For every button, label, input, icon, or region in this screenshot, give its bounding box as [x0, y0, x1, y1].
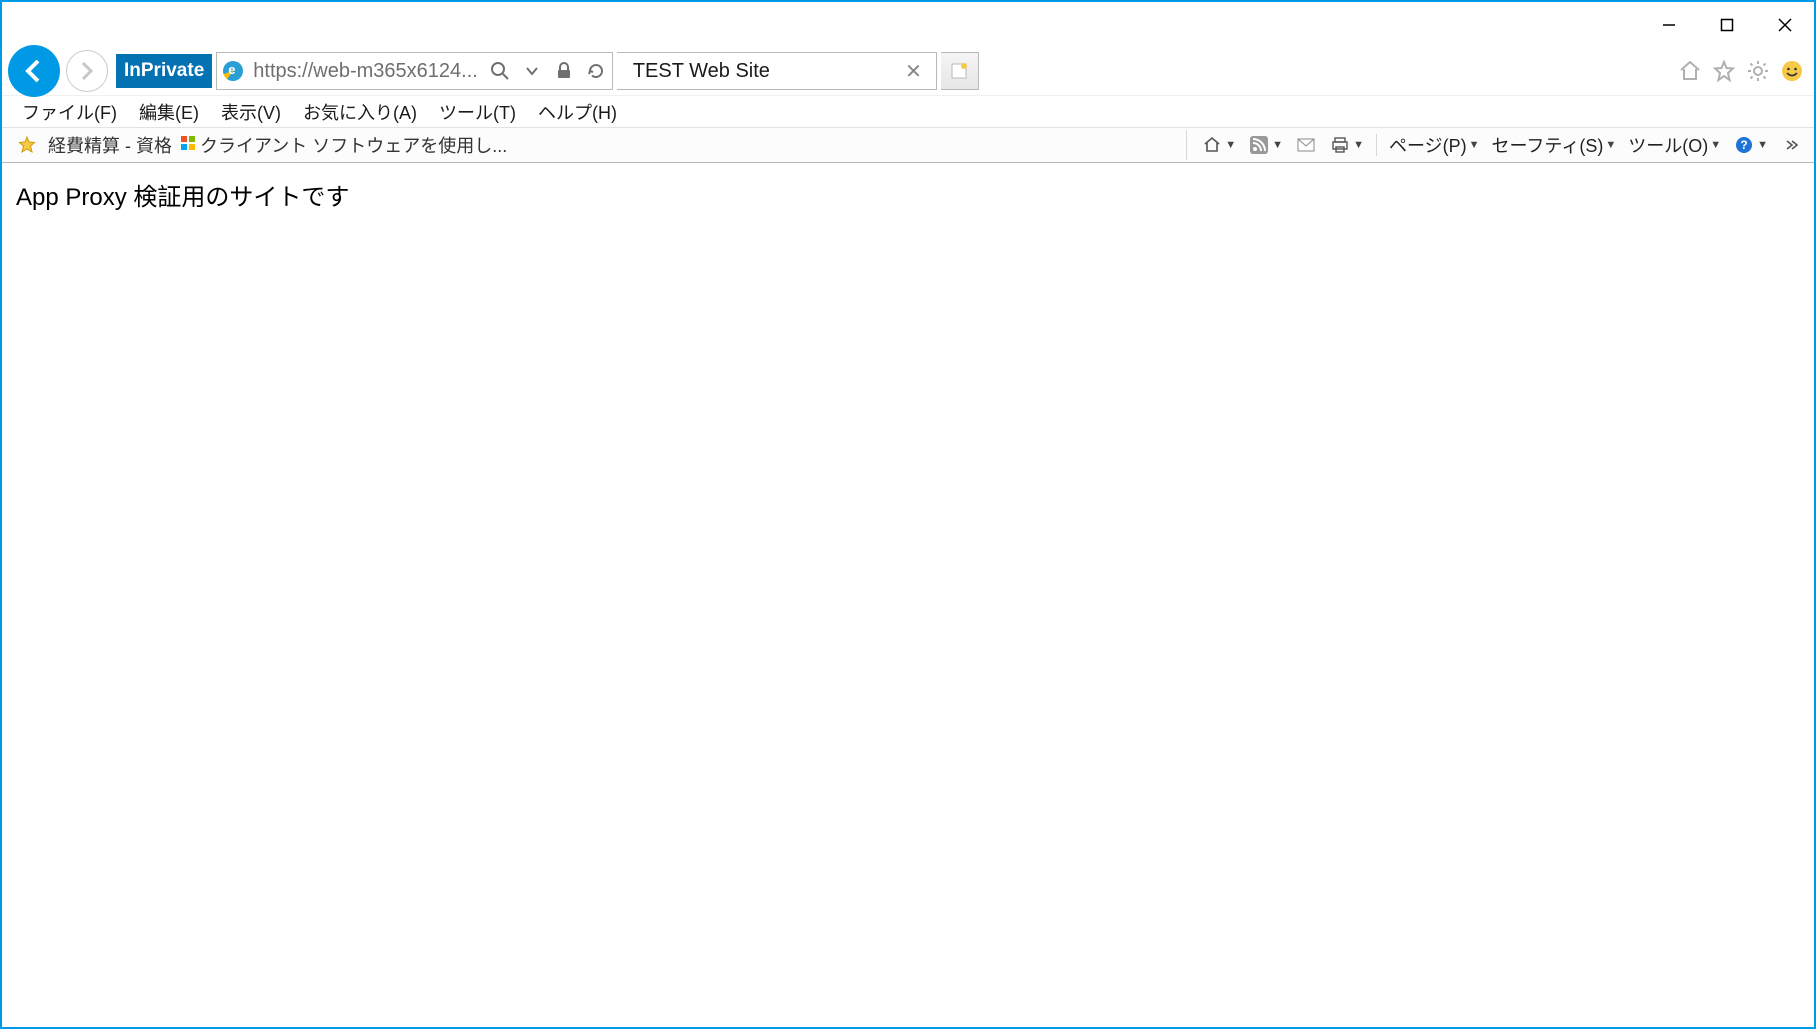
new-tab-button[interactable] [941, 52, 979, 90]
dropdown-icon[interactable] [520, 59, 544, 83]
printer-icon [1329, 134, 1351, 156]
menu-help[interactable]: ヘルプ(H) [532, 97, 623, 127]
close-window-button[interactable] [1756, 2, 1814, 47]
chevron-down-icon: ▼ [1272, 139, 1283, 151]
cmd-mail[interactable] [1291, 132, 1321, 158]
cmd-safety-label: セーフティ(S) [1491, 132, 1603, 158]
cmd-help[interactable]: ? ▼ [1729, 132, 1772, 158]
forward-button[interactable] [66, 50, 108, 92]
cmd-home[interactable]: ▼ [1197, 132, 1240, 158]
favorites-command-bar: 経費精算 - 資格 クライアント ソフトウェアを使用し... ▼ ▼ ▼ ページ… [2, 127, 1814, 163]
add-favorite-icon[interactable] [14, 136, 40, 154]
minimize-button[interactable] [1640, 2, 1698, 47]
refresh-icon[interactable] [584, 59, 608, 83]
cmd-print[interactable]: ▼ [1325, 132, 1368, 158]
page-heading: App Proxy 検証用のサイトです [16, 177, 1800, 212]
inprivate-badge: InPrivate [116, 54, 212, 88]
cmd-safety[interactable]: セーフティ(S) ▼ [1487, 130, 1620, 160]
chevron-right-icon [1780, 134, 1802, 156]
tab-title: TEST Web Site [627, 60, 901, 83]
address-url-text: https://web-m365x6124... [249, 60, 484, 83]
cmd-page[interactable]: ページ(P) ▼ [1385, 130, 1484, 160]
ie-logo-icon [221, 59, 245, 83]
navigation-bar: InPrivate https://web-m365x6124... TEST … [2, 47, 1814, 95]
chevron-down-icon: ▼ [1710, 139, 1721, 151]
chevron-down-icon: ▼ [1469, 139, 1480, 151]
fav-link-2[interactable]: クライアント ソフトウェアを使用し... [176, 132, 511, 158]
cmd-feeds[interactable]: ▼ [1244, 132, 1287, 158]
menu-edit[interactable]: 編集(E) [133, 97, 205, 127]
fav-link-1-label: 経費精算 - 資格 [48, 132, 172, 158]
menu-favorites[interactable]: お気に入り(A) [297, 97, 423, 127]
maximize-button[interactable] [1698, 2, 1756, 47]
chevron-down-icon: ▼ [1353, 139, 1364, 151]
cmd-tools-label: ツール(O) [1628, 132, 1708, 158]
help-icon: ? [1733, 134, 1755, 156]
tab-close-button[interactable]: ✕ [901, 59, 926, 84]
lock-icon[interactable] [552, 59, 576, 83]
home-icon [1201, 134, 1223, 156]
menu-view[interactable]: 表示(V) [215, 97, 287, 127]
smiley-icon[interactable] [1778, 57, 1806, 85]
menu-tools[interactable]: ツール(T) [433, 97, 522, 127]
cmd-overflow[interactable] [1776, 132, 1806, 158]
address-bar[interactable]: https://web-m365x6124... [216, 52, 613, 90]
cmd-tools[interactable]: ツール(O) ▼ [1624, 130, 1725, 160]
svg-text:?: ? [1740, 138, 1747, 152]
gear-icon[interactable] [1744, 57, 1772, 85]
fav-link-1[interactable]: 経費精算 - 資格 [40, 132, 176, 158]
title-bar [2, 2, 1814, 47]
chevron-down-icon: ▼ [1605, 139, 1616, 151]
star-icon[interactable] [1710, 57, 1738, 85]
utility-icons [1676, 57, 1814, 85]
ms-logo-icon [180, 135, 196, 156]
fav-link-2-label: クライアント ソフトウェアを使用し... [200, 132, 507, 158]
browser-tab[interactable]: TEST Web Site ✕ [617, 52, 937, 90]
mail-icon [1295, 134, 1317, 156]
home-icon[interactable] [1676, 57, 1704, 85]
chevron-down-icon: ▼ [1757, 139, 1768, 151]
back-button[interactable] [8, 45, 60, 97]
page-content: App Proxy 検証用のサイトです [2, 163, 1814, 226]
menu-file[interactable]: ファイル(F) [16, 97, 123, 127]
search-icon[interactable] [488, 59, 512, 83]
rss-icon [1248, 134, 1270, 156]
cmd-page-label: ページ(P) [1389, 132, 1467, 158]
menu-bar: ファイル(F) 編集(E) 表示(V) お気に入り(A) ツール(T) ヘルプ(… [2, 95, 1814, 127]
chevron-down-icon: ▼ [1225, 139, 1236, 151]
separator [1376, 134, 1377, 156]
command-bar: ▼ ▼ ▼ ページ(P) ▼ セーフティ(S) ▼ ツール(O) ▼ ? ▼ [1186, 130, 1814, 160]
